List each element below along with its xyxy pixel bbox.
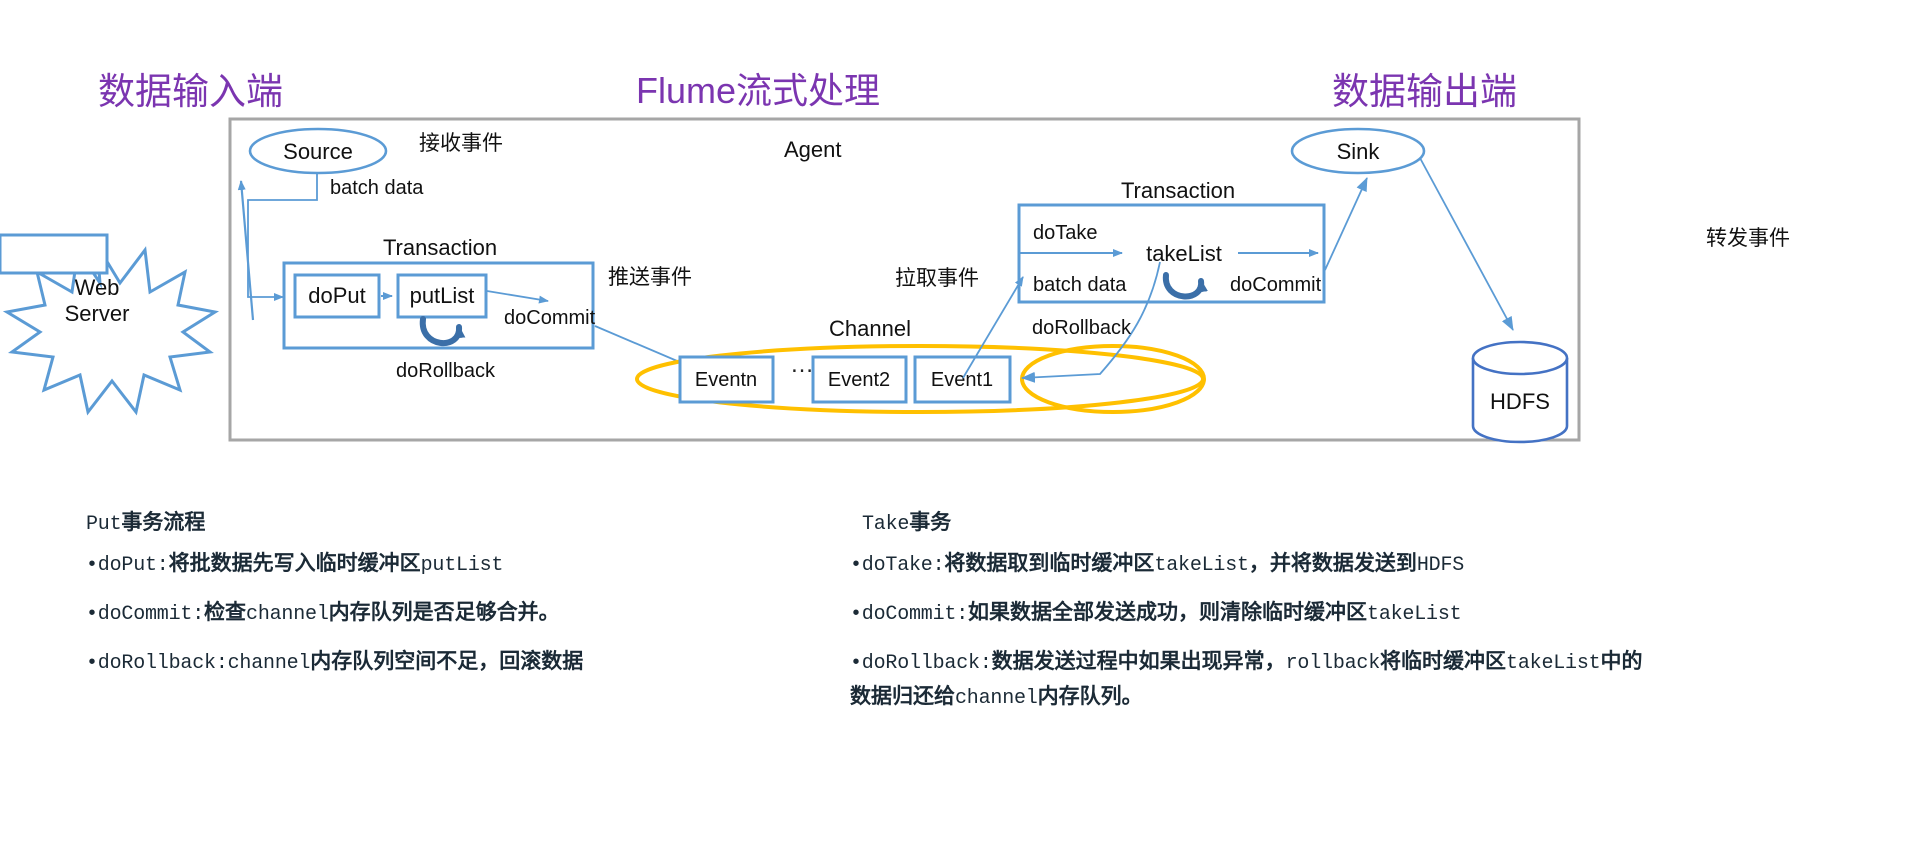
- batch-data-label-right: batch data: [1033, 274, 1127, 296]
- note-run-cjk: 数据发送过程中如果出现异常，: [991, 650, 1286, 673]
- event-label-event1: Event1: [931, 369, 993, 391]
- note-run-latin: •doRollback:channel: [86, 652, 311, 675]
- note-run-latin: rollback: [1285, 652, 1381, 675]
- take-docommit-label: doCommit: [1230, 274, 1322, 296]
- put-transaction-title: Transaction: [383, 235, 497, 260]
- slide-root: 数据输入端 Flume流式处理 数据输出端 Agent Web Server S…: [0, 0, 1911, 843]
- note-run-latin: •doTake:: [850, 554, 945, 577]
- receive-event-label: 接收事件: [419, 132, 503, 155]
- source-label: Source: [283, 139, 353, 164]
- edge-transaction-to-sink: [1324, 177, 1368, 271]
- events-ellipsis: …: [790, 351, 814, 378]
- edge-webserver-to-source: [237, 180, 255, 321]
- note-bullet: •doCommit:检查channel内存队列是否足够合并。: [86, 595, 806, 630]
- note-bullet: •doRollback:数据发送过程中如果出现异常，rollback将临时缓冲区…: [850, 644, 1660, 714]
- takelist-rollback-loop-icon: [1162, 272, 1208, 300]
- agent-label: Agent: [784, 137, 842, 162]
- edge-sink-to-hdfs: [1419, 157, 1514, 331]
- note-run-latin: channel: [246, 603, 329, 626]
- note-run-cjk: 将批数据先写入临时缓冲区: [168, 552, 421, 575]
- note-run-cjk: 如果数据全部发送成功，则清除临时缓冲区: [968, 601, 1368, 624]
- note-run-latin: •doCommit:: [850, 603, 969, 626]
- title-output-side: 数据输出端: [1332, 71, 1517, 112]
- take-dorollback-label: doRollback: [1032, 317, 1132, 339]
- take-notes-heading-latin: Take: [862, 513, 910, 536]
- note-run-latin: •doCommit:: [86, 603, 205, 626]
- event-label-eventn: Eventn: [695, 369, 757, 391]
- sink-label: Sink: [1337, 139, 1381, 164]
- put-notes-heading-latin: Put: [86, 513, 122, 536]
- note-run-latin: takeList: [1367, 603, 1462, 626]
- put-docommit-label: doCommit: [504, 307, 596, 329]
- take-transaction-notes: Take事务 •doTake:将数据取到临时缓冲区takeList，并将数据发送…: [850, 508, 1660, 728]
- note-run-latin: channel: [955, 687, 1038, 710]
- take-notes-list: •doTake:将数据取到临时缓冲区takeList，并将数据发送到HDFS •d…: [850, 546, 1660, 714]
- put-notes-heading: Put事务流程: [86, 508, 806, 538]
- edge-putlist-to-docommit: [486, 290, 549, 304]
- note-run-cjk: ，并将数据发送到: [1248, 552, 1417, 575]
- web-server-label-line2: Server: [65, 301, 130, 326]
- note-bullet: •doTake:将数据取到临时缓冲区takeList，并将数据发送到HDFS: [850, 546, 1660, 581]
- note-run-latin: takeList: [1154, 554, 1249, 577]
- dotake-label: doTake: [1033, 222, 1098, 244]
- forward-event-label: 转发事件: [1706, 227, 1790, 250]
- putlist-label: putList: [410, 283, 475, 308]
- note-run-latin: HDFS: [1416, 554, 1465, 577]
- note-run-cjk: 将临时缓冲区: [1380, 650, 1507, 673]
- takelist-label: takeList: [1146, 241, 1222, 266]
- channel-label: Channel: [829, 316, 911, 341]
- put-dorollback-label: doRollback: [396, 360, 496, 382]
- pull-event-label: 拉取事件: [895, 267, 979, 290]
- hdfs-label: HDFS: [1490, 389, 1550, 414]
- note-run-cjk: 将数据取到临时缓冲区: [944, 552, 1155, 575]
- note-run-cjk: 内存队列是否足够合并。: [328, 601, 560, 624]
- note-run-latin: •doPut:: [86, 554, 169, 577]
- take-notes-heading: Take事务: [850, 508, 1660, 538]
- takelist-box: [0, 233, 109, 275]
- take-notes-heading-cjk: 事务: [909, 511, 952, 534]
- note-bullet: •doRollback:channel内存队列空间不足，回滚数据: [86, 644, 806, 679]
- doput-label: doPut: [308, 283, 366, 308]
- batch-data-label-left: batch data: [330, 177, 424, 199]
- note-bullet: •doCommit:如果数据全部发送成功，则清除临时缓冲区takeList: [850, 595, 1660, 630]
- note-bullet: •doPut:将批数据先写入临时缓冲区putList: [86, 546, 806, 581]
- note-run-latin: takeList: [1506, 652, 1601, 675]
- push-event-label: 推送事件: [608, 266, 692, 289]
- title-center: Flume流式处理: [636, 70, 880, 111]
- title-input-side: 数据输入端: [98, 71, 283, 112]
- note-run-cjk: 内存队列空间不足，回滚数据: [310, 650, 584, 673]
- note-run-cjk: 内存队列。: [1037, 685, 1143, 708]
- note-run-latin: •doRollback:: [850, 652, 992, 675]
- event-label-event2: Event2: [828, 369, 890, 391]
- putlist-rollback-loop-icon: [419, 316, 466, 346]
- put-transaction-notes: Put事务流程 •doPut:将批数据先写入临时缓冲区putList •doCom…: [86, 508, 806, 693]
- note-run-cjk: 检查: [204, 601, 247, 624]
- web-server-label-line1: Web: [75, 275, 120, 300]
- take-transaction-title: Transaction: [1121, 178, 1235, 203]
- put-notes-list: •doPut:将批数据先写入临时缓冲区putList •doCommit:检查ch…: [86, 546, 806, 679]
- note-run-latin: putList: [420, 554, 504, 577]
- put-notes-heading-cjk: 事务流程: [121, 511, 206, 534]
